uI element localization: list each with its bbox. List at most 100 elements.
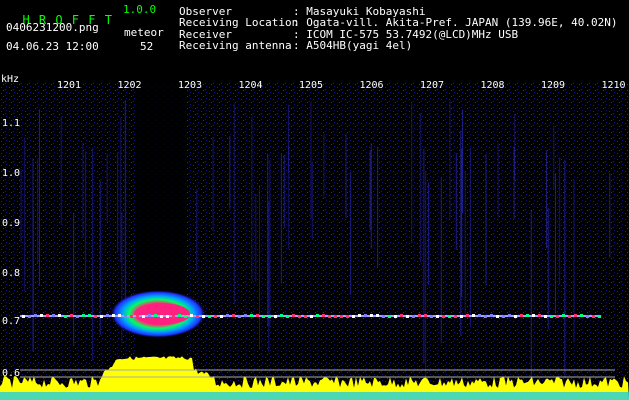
meteor-streak [425,171,427,385]
meteor-streak [124,100,126,311]
y-tick-label: 0.8 [2,268,21,279]
carrier-dot [310,315,313,318]
noise-field [0,82,629,382]
meteor-streak [212,136,214,232]
meteor-streak [259,185,260,350]
meteor-streak [37,158,39,263]
meteor-streak [564,159,566,378]
carrier-dot [274,315,277,318]
meteor-streak [554,173,556,314]
carrier-dot [256,314,259,317]
carrier-dot [574,314,577,317]
meteor-streak [485,154,487,286]
carrier-dot [340,315,343,318]
x-tick-label: 1210 [601,80,626,91]
carrier-dot [280,314,283,317]
meteor-count: 52 [140,40,154,53]
meteor-streak [283,154,285,228]
carrier-dot [118,314,121,317]
carrier-dot [376,314,379,317]
meteor-streak [323,133,325,199]
filename: 0406231200.png [6,21,99,34]
meteor-streak [73,212,75,346]
carrier-dot [418,314,421,317]
carrier-dot [160,315,163,318]
carrier-dot [220,315,223,318]
meteor-streak [370,143,372,249]
carrier-dot [592,315,595,318]
carrier-dot [430,315,433,318]
meteor-streak [530,210,532,400]
carrier-dot [76,315,79,318]
carrier-dot [364,314,367,317]
carrier-dot [172,315,175,318]
carrier-dot [322,314,325,317]
carrier-dot [88,314,91,317]
meteor-streak [462,109,464,214]
carrier-dot [52,314,55,317]
carrier-dot [544,315,547,318]
x-tick-label: 1204 [238,80,263,91]
carrier-dot [136,315,139,318]
carrier-dot [454,315,457,318]
carrier-dot [316,314,319,317]
y-tick-label: 0.9 [2,218,21,229]
meteor-streak [497,143,499,218]
meteor-streak [106,153,108,222]
carrier-dot [178,314,181,317]
carrier-dot [70,314,73,317]
carrier-dot [406,315,409,318]
meteor-streak [470,148,471,327]
carrier-dot [190,314,193,317]
carrier-dot [520,314,523,317]
carrier-dot [436,315,439,318]
meteor-streak [60,116,62,225]
meteor-streak [229,136,231,209]
info-key-antenna: Receiving antenna [179,39,292,52]
carrier-dot [298,315,301,318]
carrier-dot [334,315,337,318]
meteor-streak [24,137,26,291]
meteor-streak [423,149,425,364]
meteor-streak [513,146,515,219]
carrier-dot [46,314,49,317]
meteor-label: meteor [124,26,164,39]
carrier-dot [304,315,307,318]
carrier-dot [556,315,559,318]
x-tick-label: 1207 [420,80,445,91]
carrier-dot [82,314,85,317]
meteor-streak [411,103,413,243]
meteor-streak [547,207,549,329]
carrier-dot [514,315,517,318]
carrier-dot [40,314,43,317]
meteor-streak [559,157,561,285]
carrier-dot [448,315,451,318]
carrier-dot [142,315,145,318]
x-tick-label: 1206 [359,80,384,91]
meteor-streak [280,153,282,284]
carrier-dot [352,315,355,318]
carrier-dot [568,315,571,318]
meteor-streak [345,133,347,219]
carrier-dot [166,315,169,318]
meteor-streak [546,150,548,249]
carrier-dot [28,315,31,318]
carrier-dot [64,315,67,318]
meteor-streak [120,118,122,263]
carrier-dot [196,315,199,318]
meteor-streak [84,151,86,278]
info-value-location: : Ogata-vill. Akita-Pref. JAPAN (139.96E… [293,16,618,29]
carrier-dot [106,314,109,317]
meteor-streak [464,170,466,320]
carrier-dot [502,315,505,318]
info-value-antenna: : A504HB(yagi 4el) [293,39,413,52]
carrier-dot [442,315,445,318]
meteor-streak [39,109,40,286]
meteor-streak [350,172,352,295]
carrier-dot [388,315,391,318]
info-key-location: Receiving Location [179,16,299,29]
carrier-dot [130,315,133,318]
meteor-streak [573,180,575,343]
meteor-streak [99,180,101,335]
carrier-dot [292,314,295,317]
